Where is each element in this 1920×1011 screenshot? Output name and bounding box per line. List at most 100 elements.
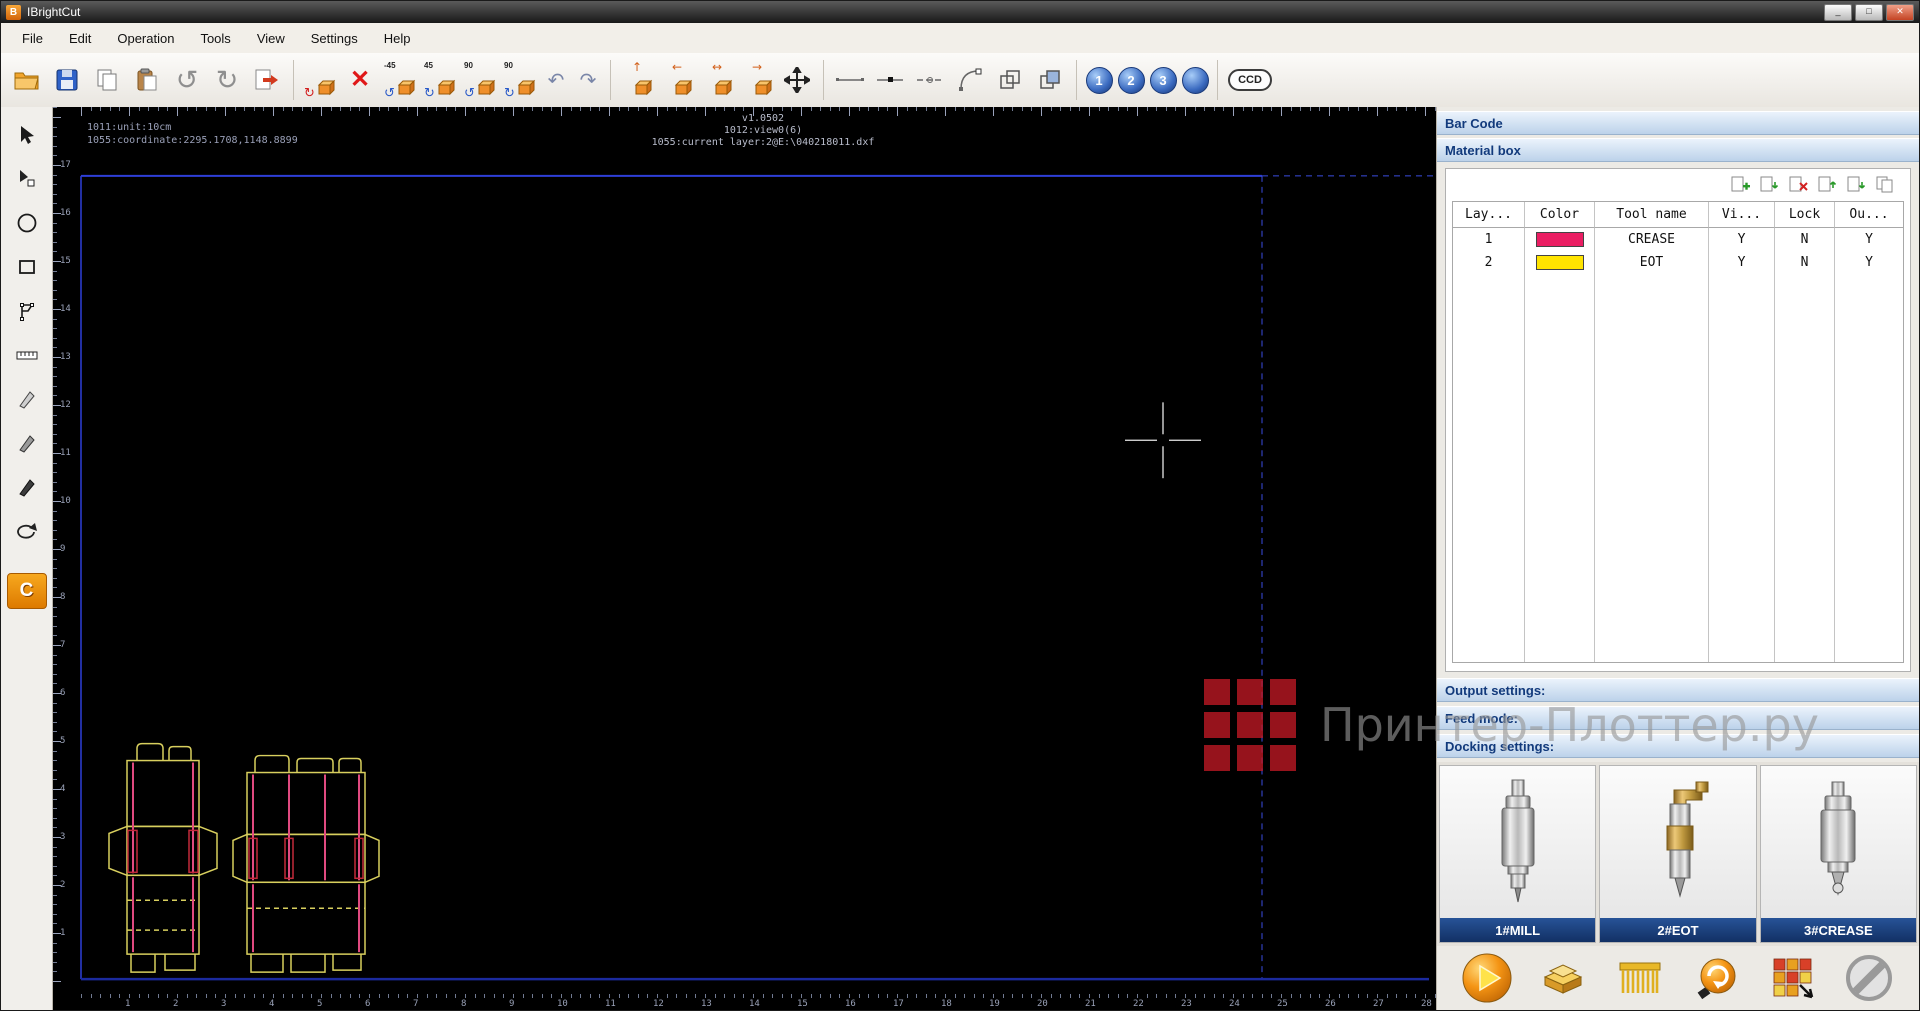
ruler-tool[interactable]	[9, 337, 45, 373]
save-button[interactable]	[47, 58, 87, 102]
copy-layer-button[interactable]	[1875, 175, 1896, 193]
rotate-90ccw-button[interactable]: 90 ↺	[460, 58, 500, 102]
loop-tool[interactable]	[9, 513, 45, 549]
docking-tool-mill[interactable]: 1#MILL	[1439, 765, 1596, 943]
redo-button[interactable]: ↻	[207, 58, 247, 102]
group-button[interactable]	[990, 58, 1030, 102]
menu-help[interactable]: Help	[371, 26, 424, 51]
layer-toolbar	[1446, 169, 1910, 199]
tool-palette: C	[1, 107, 53, 1010]
ungroup-button[interactable]	[1030, 58, 1070, 102]
move-button[interactable]	[777, 58, 817, 102]
layer-table-cell[interactable]: 2	[1453, 251, 1525, 274]
menu-operation[interactable]: Operation	[104, 26, 187, 51]
ccd-label: CCD	[1228, 69, 1272, 91]
line-button[interactable]	[830, 58, 870, 102]
knife-tool[interactable]	[9, 381, 45, 417]
minimize-button[interactable]: _	[1824, 4, 1852, 21]
export-button[interactable]	[247, 58, 287, 102]
layer-table-cell[interactable]: N	[1775, 228, 1835, 251]
toolbar-separator	[1076, 60, 1077, 100]
brush-button[interactable]	[1613, 951, 1667, 1005]
align-right-button[interactable]: →	[737, 58, 777, 102]
layer-table-cell[interactable]: EOT	[1595, 251, 1709, 274]
output-settings-header[interactable]: Output settings:	[1437, 678, 1919, 702]
undo-button[interactable]: ↺	[167, 58, 207, 102]
curve-undo-button[interactable]: ↶	[540, 58, 572, 102]
rotate-cw-arrow-icon: ↻	[424, 87, 435, 100]
view2-button[interactable]: 2	[1115, 58, 1147, 102]
align-top-button[interactable]: ↑	[617, 58, 657, 102]
delete-layer-button[interactable]	[1788, 175, 1809, 193]
view2-icon: 2	[1118, 67, 1145, 94]
delete-button[interactable]: ✕	[340, 58, 380, 102]
view1-button[interactable]: 1	[1083, 58, 1115, 102]
docking-settings-header[interactable]: Docking settings:	[1437, 734, 1919, 758]
arc-button[interactable]	[950, 58, 990, 102]
docking-tool-crease[interactable]: 3#CREASE	[1760, 765, 1917, 943]
transform-button[interactable]: ↻	[300, 58, 340, 102]
layer-table-cell[interactable]	[1525, 251, 1595, 274]
circle-tool[interactable]	[9, 205, 45, 241]
polygon-tool[interactable]	[9, 293, 45, 329]
line-dashdot-button[interactable]	[910, 58, 950, 102]
nesting-button[interactable]	[1766, 951, 1820, 1005]
layer-table-cell[interactable]	[1525, 228, 1595, 251]
layer-table-cell[interactable]: CREASE	[1595, 228, 1709, 251]
rotate-90cw-button[interactable]: 90 ↻	[500, 58, 540, 102]
rotate-minus45-button[interactable]: -45 ↺	[380, 58, 420, 102]
menu-view[interactable]: View	[244, 26, 298, 51]
layer-up-button[interactable]	[1817, 175, 1838, 193]
layer-table-cell[interactable]: N	[1775, 251, 1835, 274]
paste-button[interactable]	[127, 58, 167, 102]
layer-table-cell[interactable]: Y	[1835, 251, 1903, 274]
layer-color-swatch[interactable]	[1536, 232, 1584, 247]
line-node-button[interactable]	[870, 58, 910, 102]
copy-button[interactable]	[87, 58, 127, 102]
feed-mode-header[interactable]: Feed mode:	[1437, 706, 1919, 730]
main-toolbar: ↺ ↻ ↻ ✕ -45 ↺ 45 ↻ 90 ↺ 90 ↻	[1, 53, 1919, 108]
rectangle-tool[interactable]	[9, 249, 45, 285]
select-tool[interactable]	[9, 117, 45, 153]
materialbox-section-header[interactable]: Material box	[1437, 138, 1919, 162]
layer-table-cell[interactable]: Y	[1709, 228, 1775, 251]
drawing-canvas[interactable]: 1234567891011121314151617 12345678910111…	[53, 107, 1436, 1010]
view3-button[interactable]: 3	[1147, 58, 1179, 102]
layer-down-button[interactable]	[1846, 175, 1867, 193]
start-button[interactable]	[1460, 951, 1514, 1005]
layer-table-cell[interactable]: Y	[1709, 251, 1775, 274]
mirror-button[interactable]: ↔	[697, 58, 737, 102]
view-all-button[interactable]	[1179, 58, 1211, 102]
stop-button[interactable]	[1842, 951, 1896, 1005]
menu-tools[interactable]: Tools	[187, 26, 243, 51]
knife2-icon	[16, 432, 38, 454]
mill-tool-label: 1#MILL	[1440, 918, 1595, 942]
rotate-45-button[interactable]: 45 ↻	[420, 58, 460, 102]
dieline-box-2[interactable]	[233, 756, 379, 973]
add-layer-button[interactable]	[1730, 175, 1751, 193]
barcode-section-header[interactable]: Bar Code	[1437, 111, 1919, 135]
material-button[interactable]	[1536, 951, 1590, 1005]
knife2-tool[interactable]	[9, 425, 45, 461]
open-button[interactable]	[7, 58, 47, 102]
layer-color-swatch[interactable]	[1536, 255, 1584, 270]
dieline-box-1[interactable]	[109, 744, 217, 972]
layer-table-filler	[1525, 274, 1595, 662]
curve-redo-button[interactable]: ↷	[572, 58, 604, 102]
origin-button[interactable]	[1689, 951, 1743, 1005]
close-button[interactable]: ✕	[1886, 4, 1914, 21]
docking-tool-eot[interactable]: 2#EOT	[1599, 765, 1756, 943]
maximize-button[interactable]: □	[1855, 4, 1883, 21]
menu-edit[interactable]: Edit	[56, 26, 104, 51]
align-left-button[interactable]: ←	[657, 58, 697, 102]
layer-table-cell[interactable]: Y	[1835, 228, 1903, 251]
version-text: v1.0502	[583, 113, 943, 125]
import-layer-button[interactable]	[1759, 175, 1780, 193]
menu-file[interactable]: File	[9, 26, 56, 51]
knife3-tool[interactable]	[9, 469, 45, 505]
layer-table-cell[interactable]: 1	[1453, 228, 1525, 251]
node-edit-tool[interactable]	[9, 161, 45, 197]
ccd-button[interactable]: CCD	[1224, 58, 1276, 102]
current-layer-text: 1055:current layer:2@E:\040218011.dxf	[583, 137, 943, 149]
menu-settings[interactable]: Settings	[298, 26, 371, 51]
